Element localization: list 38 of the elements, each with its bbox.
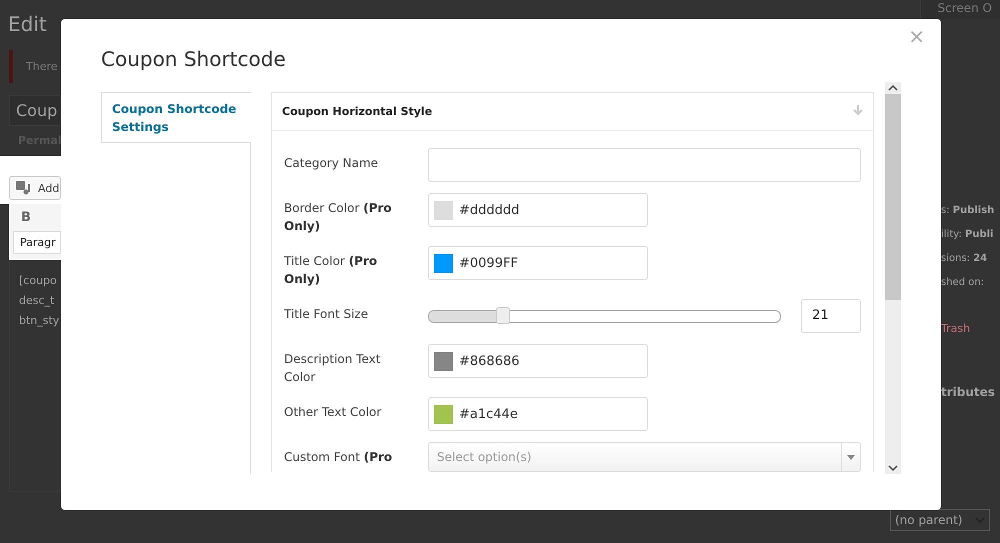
content-line: btn_sty <box>19 313 60 329</box>
field-label: Title Font Size <box>284 306 370 323</box>
attributes-heading: tributes <box>941 385 996 399</box>
field-label: Other Text Color <box>284 404 382 421</box>
publish-info: s: Publish <box>941 205 996 216</box>
media-icon <box>16 181 32 195</box>
modal-title: Coupon Shortcode <box>101 47 287 71</box>
field-label: Description Text Color <box>284 351 382 386</box>
bold-button[interactable]: B <box>21 210 61 225</box>
field-label: Border Color (Pro Only) <box>284 200 393 235</box>
select-field[interactable]: Select option(s) <box>428 442 861 472</box>
field-label: Category Name <box>284 155 380 172</box>
field-label: Custom Font (Pro <box>284 449 394 466</box>
page-heading: Edit <box>8 12 48 36</box>
format-select[interactable]: Paragr <box>13 231 61 254</box>
trash-link[interactable]: Trash <box>941 322 1000 335</box>
publish-info: ility: Publi <box>941 229 994 240</box>
content-line: desc_t <box>19 293 56 309</box>
arrow-down-icon[interactable] <box>853 105 863 116</box>
settings-tab[interactable]: Coupon Shortcode Settings <box>101 92 251 143</box>
post-title-field[interactable]: Coup <box>9 95 61 126</box>
slider-thumb[interactable] <box>496 306 510 324</box>
field-label: Title Color (Pro Only) <box>284 253 378 288</box>
publish-info: shed on: <box>941 277 986 288</box>
color-field[interactable]: #868686 <box>428 344 648 378</box>
dropdown-icon <box>847 454 855 460</box>
screen-options-tab[interactable]: Screen O <box>920 0 1000 19</box>
scrollbar[interactable] <box>885 82 901 474</box>
content-line: [coupo <box>19 273 58 289</box>
add-media-button[interactable]: Add <box>9 176 61 200</box>
text-field[interactable] <box>428 148 861 182</box>
color-field[interactable]: #0099FF <box>428 246 648 280</box>
section-title: Coupon Horizontal Style <box>282 105 432 118</box>
publish-info: sions: 24 <box>941 253 988 264</box>
color-field[interactable]: #dddddd <box>428 193 648 227</box>
number-field[interactable]: 21 <box>801 299 861 333</box>
color-field[interactable]: #a1c44e <box>428 397 648 431</box>
slider-track[interactable] <box>428 310 782 322</box>
